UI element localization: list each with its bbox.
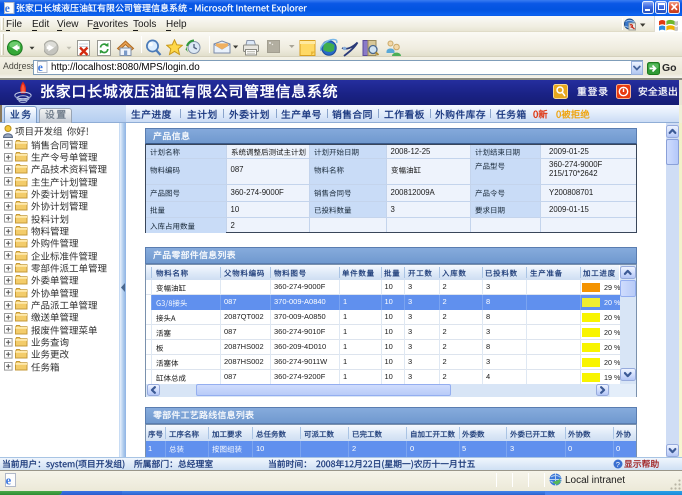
svg-text:e: e — [6, 473, 12, 487]
svg-text:?: ? — [616, 460, 620, 469]
svg-text:e: e — [5, 3, 10, 14]
svg-text:e: e — [38, 62, 43, 73]
